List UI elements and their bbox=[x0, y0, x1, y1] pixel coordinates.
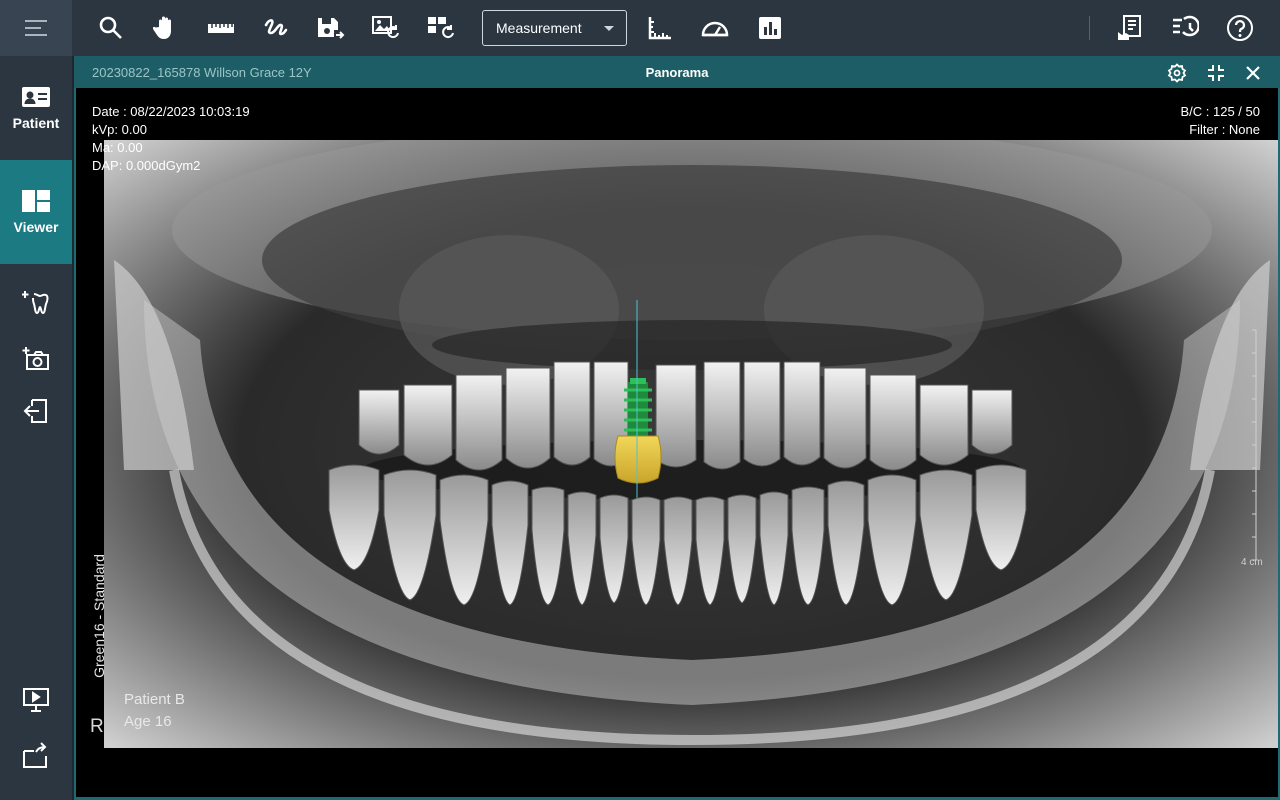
toolbar: Measurement bbox=[72, 0, 1280, 56]
report-button[interactable] bbox=[1112, 10, 1148, 46]
dropdown-value: Measurement bbox=[496, 20, 582, 36]
collapse-button[interactable] bbox=[1205, 62, 1227, 84]
sidebar: Patient Viewer bbox=[0, 0, 72, 800]
date-label: Date : 08/22/2023 10:03:19 bbox=[92, 104, 250, 119]
sidebar-item-label: Patient bbox=[12, 115, 60, 131]
app-window: Patient Viewer Measurement 20230822_1658… bbox=[0, 0, 1280, 800]
angle-measure-button[interactable] bbox=[697, 10, 733, 46]
freehand-button[interactable] bbox=[258, 10, 294, 46]
scale-label: 4 cm bbox=[1241, 557, 1263, 568]
help-icon bbox=[1227, 15, 1253, 41]
length-measure-button[interactable] bbox=[642, 10, 678, 46]
length-measure-icon bbox=[648, 17, 671, 40]
export-icon bbox=[23, 742, 47, 768]
exposure-info: Date : 08/22/2023 10:03:19 kVp: 0.00 Ma:… bbox=[92, 103, 250, 175]
image-canvas[interactable]: Date : 08/22/2023 10:03:19 kVp: 0.00 Ma:… bbox=[76, 88, 1278, 797]
history-icon bbox=[1173, 15, 1199, 37]
viewer-layout-icon bbox=[22, 190, 50, 212]
presentation-icon bbox=[23, 688, 49, 712]
save-export-icon bbox=[318, 18, 345, 39]
ruler-button[interactable] bbox=[203, 10, 239, 46]
layout-refresh-icon bbox=[428, 17, 454, 39]
ma-label: Ma: 0.00 bbox=[92, 140, 143, 155]
camera-add-icon bbox=[22, 347, 49, 370]
view-title: Panorama bbox=[645, 65, 709, 80]
presentation-button[interactable] bbox=[18, 682, 54, 718]
tooth-add-icon bbox=[22, 291, 49, 315]
sidebar-item-label: Viewer bbox=[13, 219, 59, 235]
display-info: B/C : 125 / 50 Filter : None bbox=[1181, 103, 1261, 139]
measurement-dropdown[interactable]: Measurement bbox=[482, 10, 627, 46]
close-icon bbox=[1246, 66, 1260, 80]
film-label: Green16 - Standard bbox=[91, 554, 107, 678]
export-button[interactable] bbox=[18, 738, 54, 774]
settings-icon bbox=[1167, 63, 1187, 83]
histogram-button[interactable] bbox=[752, 10, 788, 46]
patient-overlay: Patient B Age 16 bbox=[124, 689, 185, 733]
add-tooth-button[interactable] bbox=[18, 284, 54, 320]
patient-name: Patient B bbox=[124, 691, 185, 708]
chevron-down-icon bbox=[604, 26, 614, 31]
toolbar-divider bbox=[1089, 16, 1090, 40]
image-refresh-icon bbox=[372, 16, 399, 39]
report-icon bbox=[1118, 15, 1141, 40]
help-button[interactable] bbox=[1222, 10, 1258, 46]
histogram-icon bbox=[759, 17, 781, 39]
angle-measure-icon bbox=[701, 21, 729, 37]
view-settings-button[interactable] bbox=[1166, 62, 1188, 84]
layout-refresh-button[interactable] bbox=[423, 10, 459, 46]
hamburger-icon bbox=[25, 20, 47, 36]
zoom-button[interactable] bbox=[93, 10, 129, 46]
import-icon bbox=[23, 399, 47, 423]
history-button[interactable] bbox=[1167, 10, 1203, 46]
menu-button[interactable] bbox=[0, 0, 72, 56]
sidebar-item-patient[interactable]: Patient bbox=[0, 56, 72, 160]
kvp-label: kVp: 0.00 bbox=[92, 122, 147, 137]
freehand-icon bbox=[264, 19, 288, 36]
patient-card-icon bbox=[22, 87, 50, 107]
ruler-icon bbox=[208, 24, 234, 33]
viewer-header: 20230822_165878 Willson Grace 12Y Panora… bbox=[74, 56, 1280, 88]
pan-button[interactable] bbox=[148, 10, 184, 46]
dap-label: DAP: 0.000dGym2 bbox=[92, 158, 201, 173]
add-capture-button[interactable] bbox=[18, 340, 54, 376]
pan-hand-icon bbox=[153, 16, 171, 39]
image-refresh-button[interactable] bbox=[368, 10, 404, 46]
sidebar-item-viewer[interactable]: Viewer bbox=[0, 160, 72, 264]
brightness-contrast-label: B/C : 125 / 50 bbox=[1180, 104, 1261, 119]
patient-age: Age 16 bbox=[124, 713, 172, 730]
zoom-icon bbox=[99, 16, 122, 39]
close-view-button[interactable] bbox=[1242, 62, 1264, 84]
import-button[interactable] bbox=[18, 393, 54, 429]
filter-label: Filter : None bbox=[1189, 122, 1260, 137]
panoramic-xray-image[interactable] bbox=[104, 140, 1278, 748]
save-export-button[interactable] bbox=[313, 10, 349, 46]
viewer-panel: 20230822_165878 Willson Grace 12Y Panora… bbox=[74, 56, 1280, 800]
collapse-icon bbox=[1208, 65, 1224, 81]
orientation-marker: R bbox=[90, 716, 104, 737]
